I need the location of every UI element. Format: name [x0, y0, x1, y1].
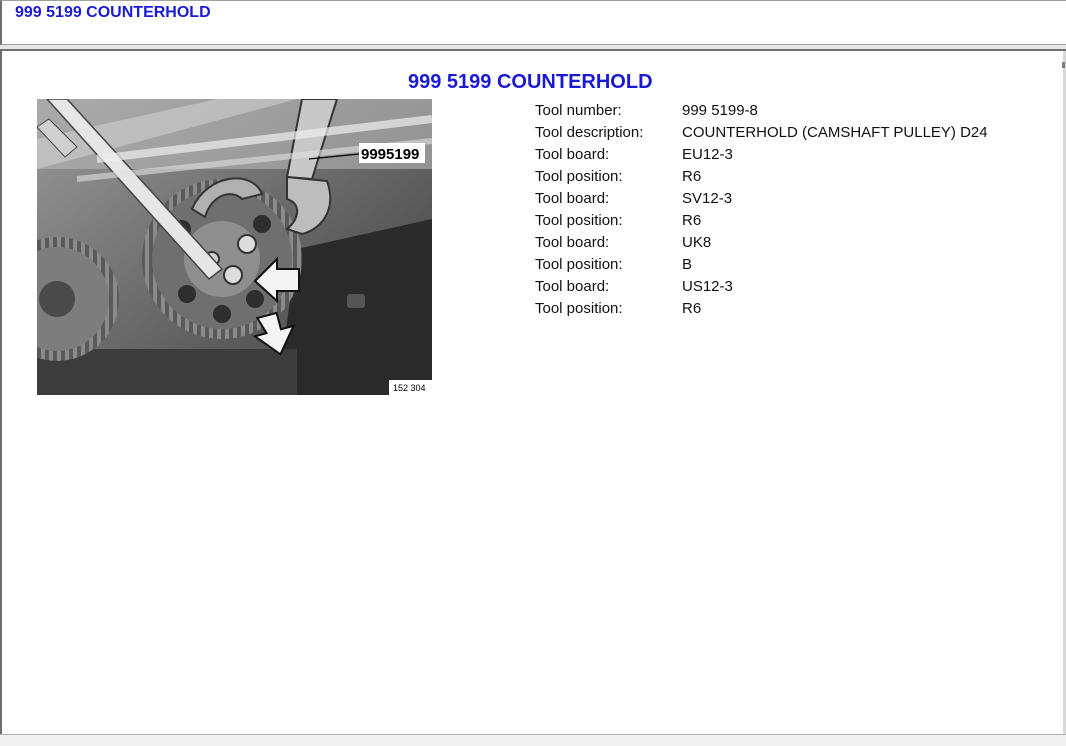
- info-row: Tool board: SV12-3: [535, 189, 988, 211]
- info-label: Tool board:: [535, 146, 610, 163]
- info-label: Tool description:: [535, 124, 644, 141]
- info-label: Tool number:: [535, 102, 622, 119]
- info-row: Tool board: US12-3: [535, 277, 988, 299]
- scrollbar-thumb[interactable]: [1062, 62, 1065, 68]
- info-row: Tool position: B: [535, 255, 988, 277]
- info-value: EU12-3: [682, 146, 733, 163]
- info-value: R6: [682, 168, 702, 185]
- info-value: SV12-3: [682, 190, 733, 207]
- info-value: R6: [682, 300, 702, 317]
- info-row: Tool board: UK8: [535, 233, 988, 255]
- info-label: Tool position:: [535, 168, 623, 185]
- page-title: 999 5199 COUNTERHOLD: [408, 71, 653, 93]
- info-value: UK8: [682, 234, 712, 251]
- info-value: US12-3: [682, 278, 733, 295]
- info-label: Tool position:: [535, 212, 623, 229]
- horizontal-scrollbar[interactable]: [0, 734, 1066, 746]
- tool-photo: 9995199 152 304: [37, 99, 432, 395]
- header-title: 999 5199 COUNTERHOLD: [15, 4, 211, 21]
- info-row: Tool position: R6: [535, 299, 988, 321]
- photo-code: 152 304: [393, 383, 426, 393]
- info-row: Tool position: R6: [535, 167, 988, 189]
- info-value: COUNTERHOLD (CAMSHAFT PULLEY) D24: [682, 124, 988, 141]
- tool-info-table: Tool number: 999 5199-8 Tool description: C…: [535, 101, 988, 321]
- top-frame: 999 5199 COUNTERHOLD: [0, 0, 1066, 45]
- info-value: B: [682, 256, 693, 273]
- tool-callout-label: 9995199: [361, 146, 419, 163]
- info-label: Tool position:: [535, 300, 623, 317]
- info-label: Tool position:: [535, 256, 623, 273]
- info-value: R6: [682, 212, 702, 229]
- info-label: Tool board:: [535, 190, 610, 207]
- info-value: 999 5199-8: [682, 102, 758, 119]
- info-label: Tool board:: [535, 278, 610, 295]
- info-row: Tool description: COUNTERHOLD (CAMSHAFT P…: [535, 123, 988, 145]
- info-row: Tool number: 999 5199-8: [535, 101, 988, 123]
- info-label: Tool board:: [535, 234, 610, 251]
- info-row: Tool position: R6: [535, 211, 988, 233]
- info-row: Tool board: EU12-3: [535, 145, 988, 167]
